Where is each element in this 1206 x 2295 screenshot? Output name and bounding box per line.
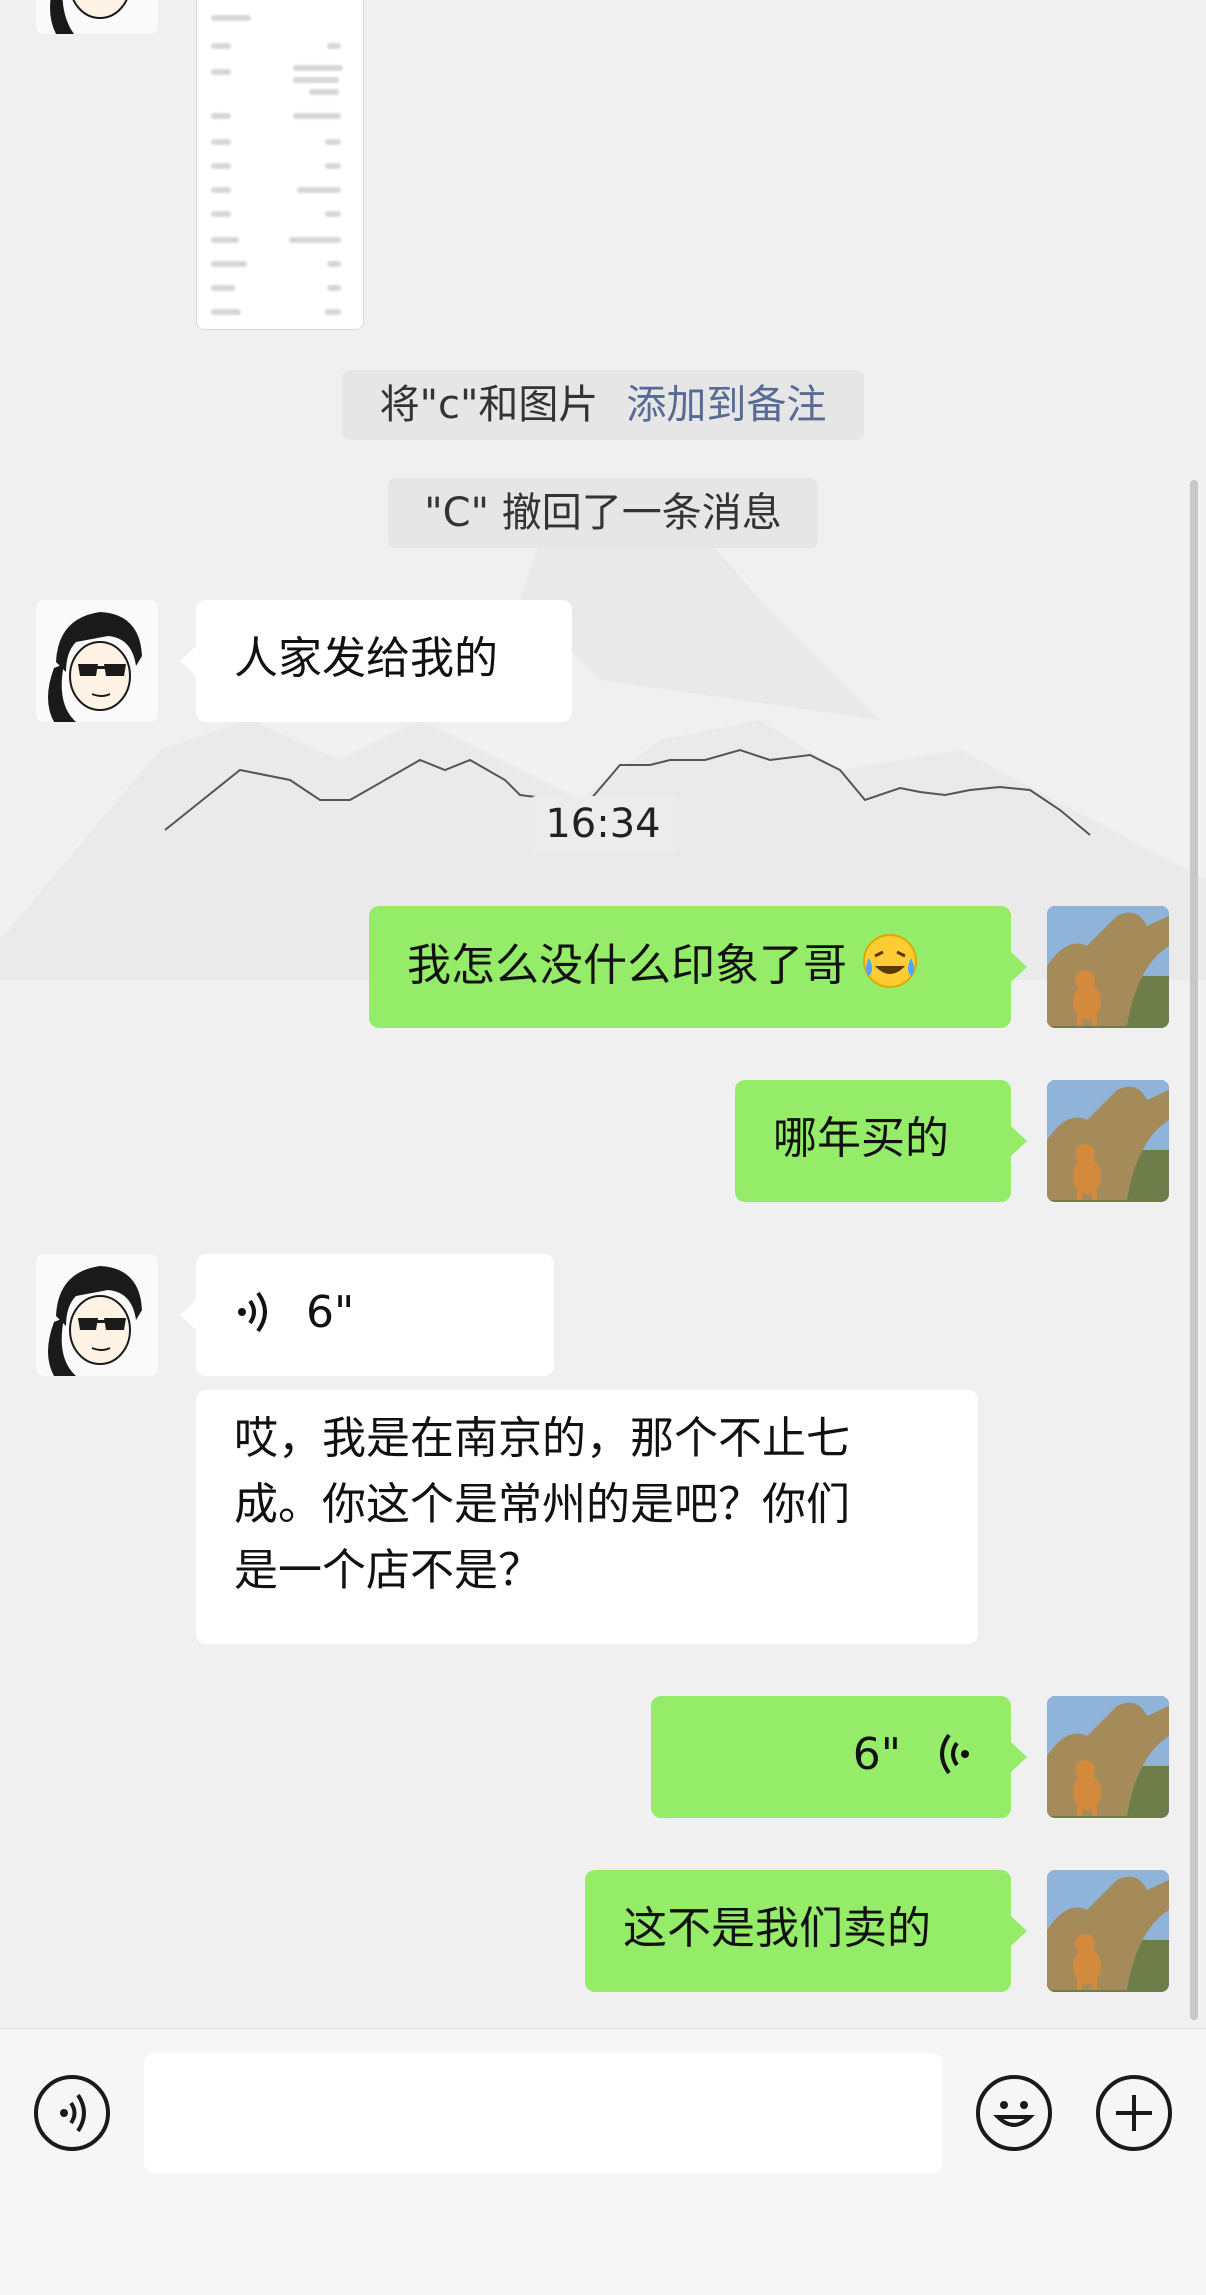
message-bubble-received[interactable]: 人家发给我的 — [180, 600, 572, 722]
contact-avatar[interactable] — [36, 600, 158, 722]
sunglasses-man-avatar-icon — [48, 1266, 142, 1376]
contact-avatar[interactable] — [36, 0, 158, 34]
dog-photo-avatar-icon — [1047, 1080, 1169, 1202]
crying-laughing-emoji-icon — [863, 934, 917, 988]
my-avatar[interactable] — [1047, 906, 1169, 1028]
remark-notice: 将"c"和图片 添加到备注 — [342, 370, 864, 440]
contact-avatar[interactable] — [36, 1254, 158, 1376]
voice-duration: 6" — [306, 1287, 355, 1338]
add-to-remark-link[interactable]: 添加到备注 — [626, 382, 826, 428]
recalled-notice: "C" 撤回了一条消息 — [388, 478, 818, 548]
timestamp: 16:34 — [530, 796, 676, 852]
voice-duration: 6" — [852, 1729, 901, 1780]
more-button[interactable] — [1096, 2075, 1172, 2151]
message-text: 哪年买的 — [773, 1113, 949, 1164]
message-text: 这不是我们卖的 — [623, 1903, 931, 1954]
voice-message-received[interactable]: 6" — [180, 1254, 554, 1376]
my-avatar[interactable] — [1047, 1870, 1169, 1992]
message-bubble-sent[interactable]: 这不是我们卖的 — [585, 1870, 1027, 1992]
message-line: 哎，我是在南京的，那个不止七 — [234, 1413, 850, 1464]
message-bubble-received[interactable]: 哎，我是在南京的，那个不止七 成。你这个是常州的是吧？你们 是一个店不是？ — [196, 1390, 978, 1644]
smiley-icon — [993, 2101, 1035, 2127]
chat-scrollbar[interactable] — [1190, 480, 1198, 2020]
dog-photo-avatar-icon — [1047, 1870, 1169, 1992]
message-line: 是一个店不是？ — [234, 1545, 542, 1596]
dog-photo-avatar-icon — [1047, 1696, 1169, 1818]
my-avatar[interactable] — [1047, 1080, 1169, 1202]
remark-notice-text: 将"c"和图片 — [379, 382, 599, 428]
message-input[interactable] — [144, 2053, 942, 2173]
message-text: 人家发给我的 — [234, 633, 498, 684]
input-bar — [0, 2028, 1206, 2295]
sunglasses-man-avatar-icon — [48, 612, 142, 722]
dog-photo-avatar-icon — [1047, 906, 1169, 1028]
voice-toggle-button[interactable] — [34, 2075, 110, 2151]
voice-wave-icon — [238, 1291, 267, 1333]
my-avatar[interactable] — [1047, 1696, 1169, 1818]
voice-message-sent[interactable]: 6" — [651, 1696, 1027, 1818]
message-text: 我怎么没什么印象了哥 — [407, 940, 847, 991]
receipt-image[interactable] — [196, 0, 364, 330]
message-bubble-sent[interactable]: 我怎么没什么印象了哥 — [369, 906, 1027, 1028]
emoji-button[interactable] — [976, 2075, 1052, 2151]
voice-icon — [60, 2093, 86, 2133]
message-bubble-sent[interactable]: 哪年买的 — [735, 1080, 1027, 1202]
sunglasses-man-avatar-icon — [50, 0, 128, 34]
message-line: 成。你这个是常州的是吧？你们 — [234, 1479, 850, 1530]
plus-icon — [1116, 2095, 1152, 2131]
voice-wave-icon — [940, 1733, 969, 1775]
